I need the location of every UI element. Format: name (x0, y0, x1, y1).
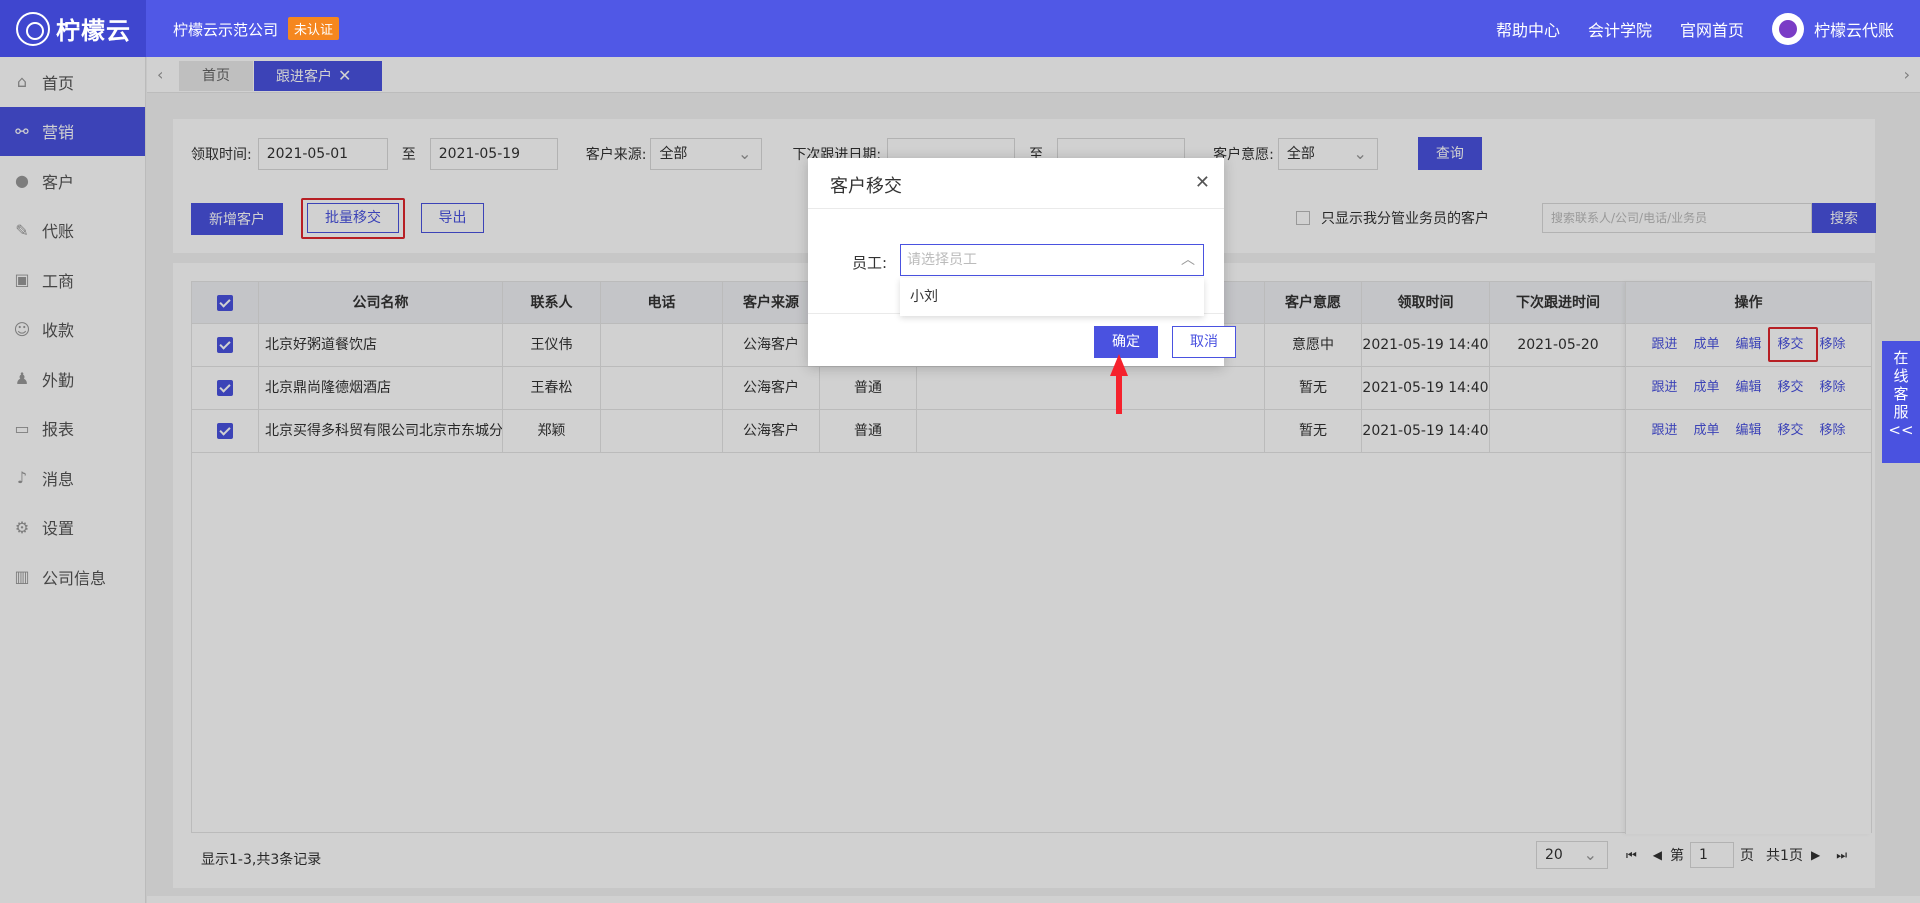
certification-badge[interactable]: 未认证 (288, 17, 340, 40)
help-center-link[interactable]: 帮助中心 (1496, 17, 1560, 41)
chevron-up-icon: ︿ (1181, 252, 1195, 268)
service-char: 服 (1893, 403, 1909, 421)
service-char: 线 (1893, 367, 1909, 385)
logo[interactable]: 柠檬云 (0, 0, 146, 57)
official-site-link[interactable]: 官网首页 (1680, 17, 1744, 41)
close-icon[interactable]: ✕ (1195, 172, 1210, 193)
transfer-modal: 客户移交 ✕ 员工: 请选择员工 ︿ 确定 取消 小刘 (808, 158, 1236, 366)
divider (808, 208, 1224, 209)
company-name: 柠檬云示范公司 (173, 21, 279, 39)
employee-select[interactable]: 请选择员工 ︿ (900, 244, 1204, 276)
employee-placeholder: 请选择员工 (907, 252, 977, 268)
service-char: 客 (1893, 385, 1909, 403)
header-links: 帮助中心 会计学院 官网首页 柠檬云代账 (1496, 0, 1920, 57)
logo-text: 柠檬云 (56, 17, 131, 45)
red-arrow-annotation (1110, 354, 1128, 414)
avatar[interactable] (1771, 12, 1804, 45)
accounting-academy-link[interactable]: 会计学院 (1588, 17, 1652, 41)
top-bar: 柠檬云 柠檬云示范公司 未认证 帮助中心 会计学院 官网首页 柠檬云代账 (0, 0, 1920, 57)
user-name[interactable]: 柠檬云代账 (1814, 17, 1894, 41)
employee-option[interactable]: 小刘 (910, 289, 938, 305)
employee-label: 员工: (852, 254, 888, 272)
lemon-logo-icon (16, 11, 50, 46)
employee-dropdown: 小刘 (900, 278, 1204, 316)
cancel-button[interactable]: 取消 (1172, 326, 1236, 358)
modal-title: 客户移交 (830, 176, 902, 197)
service-char: << (1888, 421, 1914, 439)
service-char: 在 (1893, 349, 1909, 367)
online-service-tab[interactable]: 在 线 客 服 << (1882, 341, 1920, 463)
